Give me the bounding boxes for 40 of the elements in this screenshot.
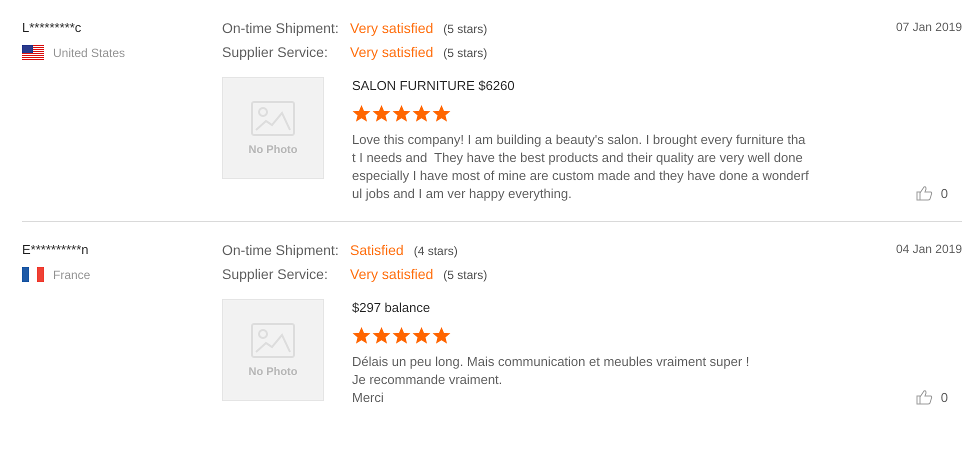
rating-value: Satisfied	[350, 242, 404, 258]
review-date: 04 Jan 2019	[896, 242, 962, 256]
star-icon	[372, 104, 391, 123]
star-icon	[432, 326, 451, 345]
rating-label: On-time Shipment:	[222, 20, 340, 37]
star-icon	[412, 326, 431, 345]
star-count: (5 stars)	[443, 267, 488, 283]
no-photo-label: No Photo	[248, 366, 298, 378]
star-icon	[352, 326, 371, 345]
thumbs-up-icon[interactable]	[916, 389, 933, 405]
star-icon	[392, 326, 411, 345]
star-count: (5 stars)	[443, 21, 488, 37]
rating-label: Supplier Service:	[222, 266, 329, 283]
like-count: 0	[940, 186, 948, 200]
flag-icon	[22, 45, 44, 60]
rating-value: Very satisfied	[350, 20, 434, 36]
review-text: Délais un peu long. Mais communication et meubles vraiment super ! Je recommande vraiment. Merci	[352, 353, 750, 407]
star-icon	[372, 326, 391, 345]
rating-label: On-time Shipment:	[222, 242, 340, 259]
thumbs-up-icon[interactable]	[916, 185, 933, 201]
star-icon	[412, 104, 431, 123]
review-date: 07 Jan 2019	[896, 20, 962, 34]
buyer-name: E**********n	[22, 242, 90, 257]
no-photo-label: No Photo	[248, 144, 298, 156]
star-icon	[352, 104, 371, 123]
country-name: United States	[53, 46, 126, 60]
country-name: France	[53, 268, 90, 282]
flag-icon	[22, 267, 44, 282]
star-icon	[432, 104, 451, 123]
like-count: 0	[940, 390, 948, 404]
rating-value: Very satisfied	[350, 44, 434, 60]
star-icon	[392, 104, 411, 123]
rating-value: Very satisfied	[350, 266, 434, 282]
review-text: Love this company! I am building a beauty's salon. I brought every furniture tha t I needs and They have the best products and their quality are very well done especially I have most of mine are custom made and they have done a wonderf ul jobs and I am ver happy everything.	[352, 131, 809, 203]
star-count: (5 stars)	[443, 45, 488, 61]
product-title: SALON FURNITURE $6260	[352, 78, 516, 93]
star-count: (4 stars)	[414, 243, 458, 259]
product-title: $297 balance	[352, 300, 432, 315]
rating-label: Supplier Service:	[222, 44, 329, 61]
buyer-name: L*********c	[22, 20, 82, 35]
